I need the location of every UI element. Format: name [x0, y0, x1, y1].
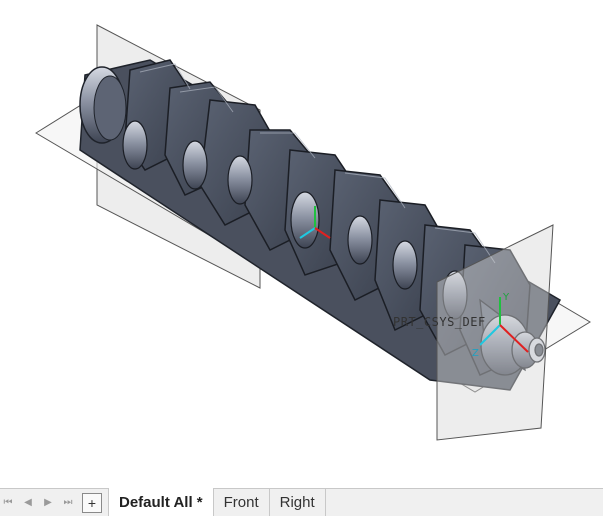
- tab-front[interactable]: Front: [214, 489, 270, 516]
- view-tab-bar: ⏮ ◀ ▶ ⏭ + Default All * Front Right: [0, 488, 603, 516]
- tab-default-all[interactable]: Default All *: [108, 488, 214, 516]
- model-viewport[interactable]: Z Y PRT_CSYS_DEF: [0, 0, 603, 488]
- crankshaft-model[interactable]: Z Y: [0, 0, 603, 488]
- tab-right[interactable]: Right: [270, 489, 326, 516]
- svg-text:Y: Y: [502, 292, 510, 303]
- csys-label: PRT_CSYS_DEF: [393, 315, 486, 329]
- add-view-button[interactable]: +: [82, 492, 102, 513]
- next-tab-icon[interactable]: ▶: [38, 492, 58, 514]
- svg-text:Z: Z: [472, 348, 479, 359]
- last-tab-icon[interactable]: ⏭: [58, 492, 78, 514]
- first-tab-icon[interactable]: ⏮: [0, 492, 18, 514]
- prev-tab-icon[interactable]: ◀: [18, 492, 38, 514]
